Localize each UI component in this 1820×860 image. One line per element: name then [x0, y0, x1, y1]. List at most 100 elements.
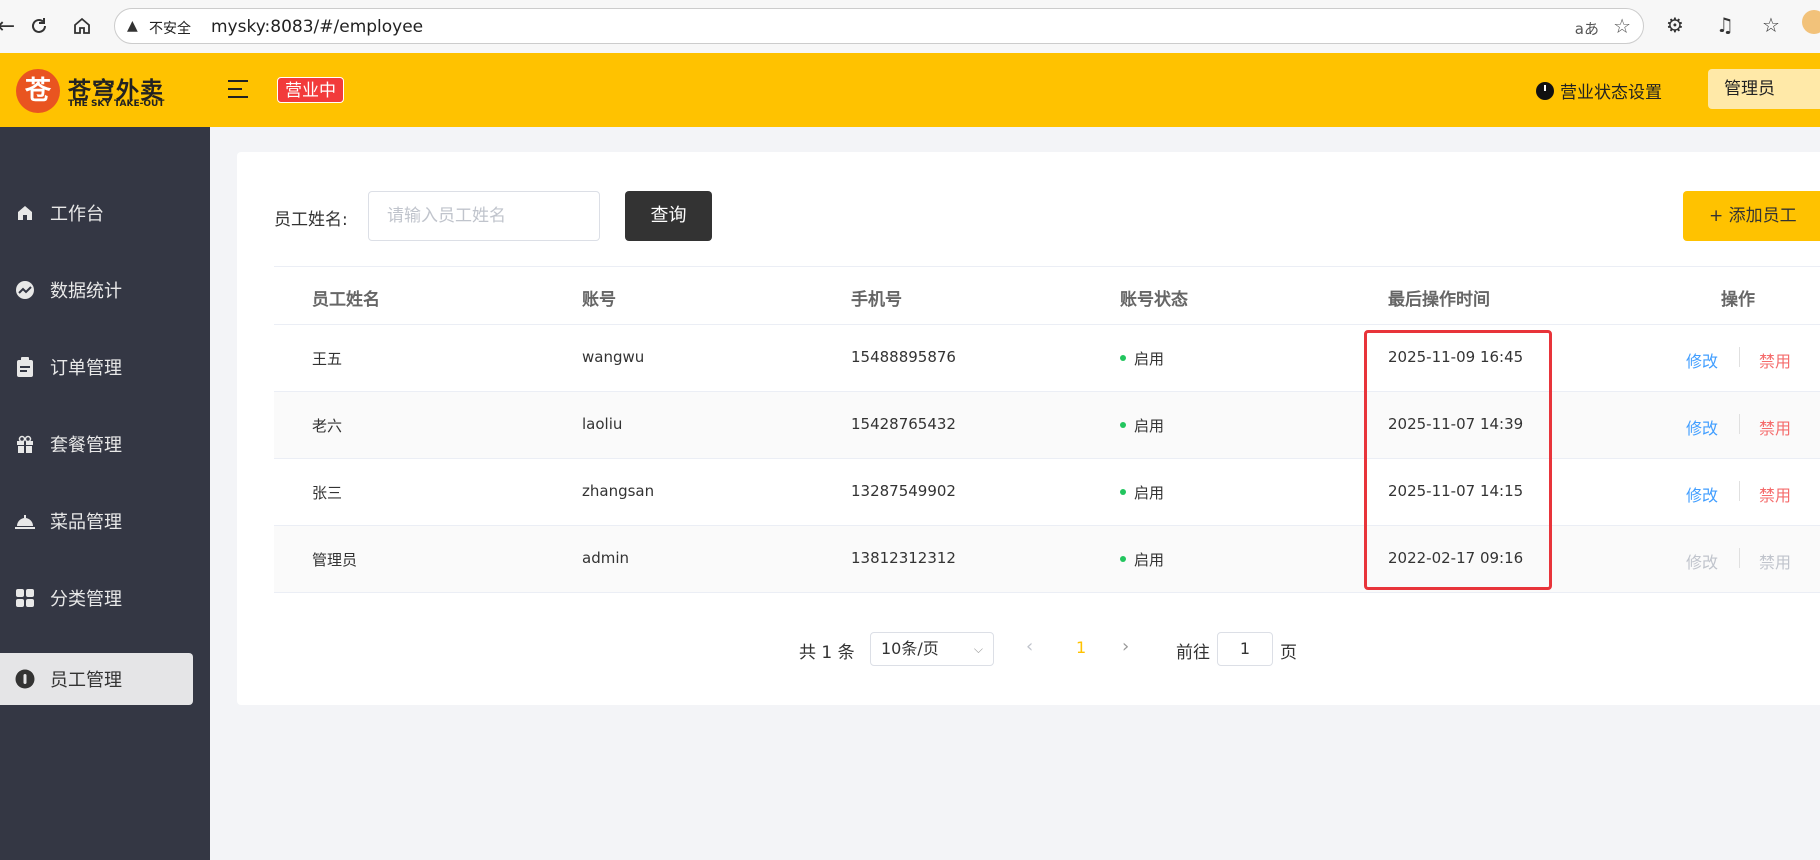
- chevron-down-icon: ⌵: [973, 642, 983, 656]
- clipboard-icon: [14, 356, 36, 378]
- employee-table: 员工姓名 账号 手机号 账号状态 最后操作时间 操作 王五 wangwu 154…: [274, 266, 1820, 593]
- action-divider: [1739, 481, 1740, 501]
- sidebar-item-dishes[interactable]: 菜品管理: [0, 495, 193, 547]
- status-text: 启用: [1134, 350, 1165, 368]
- back-arrow-icon[interactable]: ←: [0, 12, 20, 40]
- cell-status: 启用: [1120, 348, 1164, 369]
- next-page-icon[interactable]: ›: [1122, 636, 1129, 657]
- goto-suffix: 页: [1280, 643, 1297, 663]
- sidebar-item-setmeals[interactable]: 套餐管理: [0, 418, 193, 470]
- grid-icon: [14, 587, 36, 609]
- status-settings-button[interactable]: 营业状态设置: [1536, 78, 1662, 103]
- chart-icon: [14, 279, 36, 301]
- user-menu-button[interactable]: 管理员: [1708, 69, 1820, 109]
- sidebar-item-label: 员工管理: [50, 670, 122, 691]
- edit-link[interactable]: 修改: [1686, 348, 1718, 372]
- table-header: 员工姓名 账号 手机号 账号状态 最后操作时间 操作: [274, 266, 1820, 325]
- employee-name-input[interactable]: [368, 191, 600, 241]
- music-icon[interactable]: ♫: [1716, 13, 1734, 37]
- home-browser-icon[interactable]: [68, 12, 96, 40]
- goto-page-input[interactable]: 1: [1217, 632, 1273, 666]
- status-dot-icon: [1120, 421, 1126, 428]
- browser-toolbar: ← ▲ 不安全 mysky:8083/#/employee aあ ☆ ⚙ ♫ ☆: [0, 0, 1820, 54]
- prev-page-icon[interactable]: ‹: [1026, 636, 1033, 657]
- cell-account: wangwu: [582, 348, 645, 366]
- annotation-highlight-box: [1364, 330, 1552, 590]
- extensions-icon[interactable]: ⚙: [1666, 13, 1684, 37]
- menu-collapse-icon[interactable]: [228, 79, 250, 99]
- profile-avatar[interactable]: [1802, 10, 1820, 34]
- favorites-icon[interactable]: ☆: [1762, 13, 1780, 37]
- column-header-status: 账号状态: [1120, 290, 1188, 310]
- sidebar-item-orders[interactable]: 订单管理: [0, 341, 193, 393]
- cell-name: 王五: [312, 350, 343, 368]
- cell-phone: 13812312312: [851, 549, 956, 567]
- disable-link[interactable]: 禁用: [1759, 415, 1791, 439]
- column-header-phone: 手机号: [851, 290, 902, 310]
- logo-subtitle: THE SKY TAKE-OUT: [68, 99, 165, 109]
- cell-name: 张三: [312, 484, 343, 502]
- action-divider: [1739, 548, 1740, 568]
- cell-status: 启用: [1120, 482, 1164, 503]
- employee-icon: [14, 668, 36, 690]
- page-size-select[interactable]: 10条/页 ⌵: [870, 632, 994, 666]
- url-text: mysky:8083/#/employee: [211, 17, 424, 37]
- clock-icon: [1536, 81, 1554, 100]
- disable-link[interactable]: 禁用: [1759, 482, 1791, 506]
- page-size-value: 10条/页: [881, 639, 939, 658]
- pagination-total: 共 1 条: [799, 643, 855, 663]
- address-bar[interactable]: ▲ 不安全 mysky:8083/#/employee aあ ☆: [114, 8, 1644, 44]
- cell-phone: 15488895876: [851, 348, 956, 366]
- employee-name-label: 员工姓名:: [274, 210, 348, 230]
- gift-icon: [14, 433, 36, 455]
- sidebar-item-label: 菜品管理: [50, 512, 122, 533]
- sidebar-item-statistics[interactable]: 数据统计: [0, 264, 193, 316]
- column-header-actions: 操作: [1721, 290, 1755, 310]
- reload-icon[interactable]: [25, 12, 53, 40]
- cell-account: laoliu: [582, 415, 623, 433]
- cell-status: 启用: [1120, 549, 1164, 570]
- table-row: 老六 laoliu 15428765432 启用 2025-11-07 14:3…: [274, 392, 1820, 459]
- status-text: 启用: [1134, 417, 1165, 435]
- cell-status: 启用: [1120, 415, 1164, 436]
- business-status-badge: 营业中: [277, 77, 344, 103]
- cell-phone: 15428765432: [851, 415, 956, 433]
- column-header-account: 账号: [582, 290, 616, 310]
- cell-account: zhangsan: [582, 482, 655, 500]
- edit-link-disabled: 修改: [1686, 553, 1719, 572]
- status-dot-icon: [1120, 488, 1126, 495]
- app-header: 苍 苍穹外卖 THE SKY TAKE-OUT 营业中 营业状态设置 管理员: [0, 53, 1820, 127]
- cell-account: admin: [582, 549, 629, 567]
- edit-link[interactable]: 修改: [1686, 482, 1718, 506]
- sidebar-item-workbench[interactable]: 工作台: [0, 187, 193, 239]
- dish-cover-icon: [14, 510, 36, 532]
- action-divider: [1739, 414, 1740, 434]
- status-dot-icon: [1120, 555, 1126, 562]
- status-text: 启用: [1134, 484, 1165, 502]
- status-dot-icon: [1120, 354, 1126, 361]
- disable-link[interactable]: 禁用: [1759, 348, 1791, 372]
- sidebar: 工作台 数据统计 订单管理 套餐管理 菜品管理 分类管理 员工管理: [0, 127, 210, 860]
- sidebar-item-employees[interactable]: 员工管理: [0, 653, 193, 705]
- cell-phone: 13287549902: [851, 482, 956, 500]
- status-settings-label: 营业状态设置: [1560, 83, 1662, 103]
- add-employee-button[interactable]: + 添加员工: [1683, 191, 1820, 241]
- sidebar-item-label: 工作台: [50, 204, 104, 225]
- warning-icon: ▲: [127, 18, 138, 34]
- page-number-current[interactable]: 1: [1076, 638, 1086, 657]
- disable-link-disabled: 禁用: [1759, 553, 1792, 572]
- edit-link[interactable]: 修改: [1686, 415, 1718, 439]
- sidebar-item-categories[interactable]: 分类管理: [0, 572, 193, 624]
- table-row: 管理员 admin 13812312312 启用 2022-02-17 09:1…: [274, 526, 1820, 593]
- goto-prefix: 前往: [1176, 643, 1210, 663]
- favorite-star-icon[interactable]: ☆: [1613, 14, 1631, 38]
- security-label: 不安全: [149, 21, 191, 37]
- sidebar-item-label: 订单管理: [50, 358, 122, 379]
- query-button[interactable]: 查询: [625, 191, 712, 241]
- column-header-name: 员工姓名: [312, 290, 380, 310]
- sidebar-item-label: 套餐管理: [50, 435, 122, 456]
- status-text: 启用: [1134, 551, 1165, 569]
- cell-name: 管理员: [312, 551, 358, 569]
- table-row: 张三 zhangsan 13287549902 启用 2025-11-07 14…: [274, 459, 1820, 526]
- read-aloud-icon[interactable]: aあ: [1575, 18, 1599, 39]
